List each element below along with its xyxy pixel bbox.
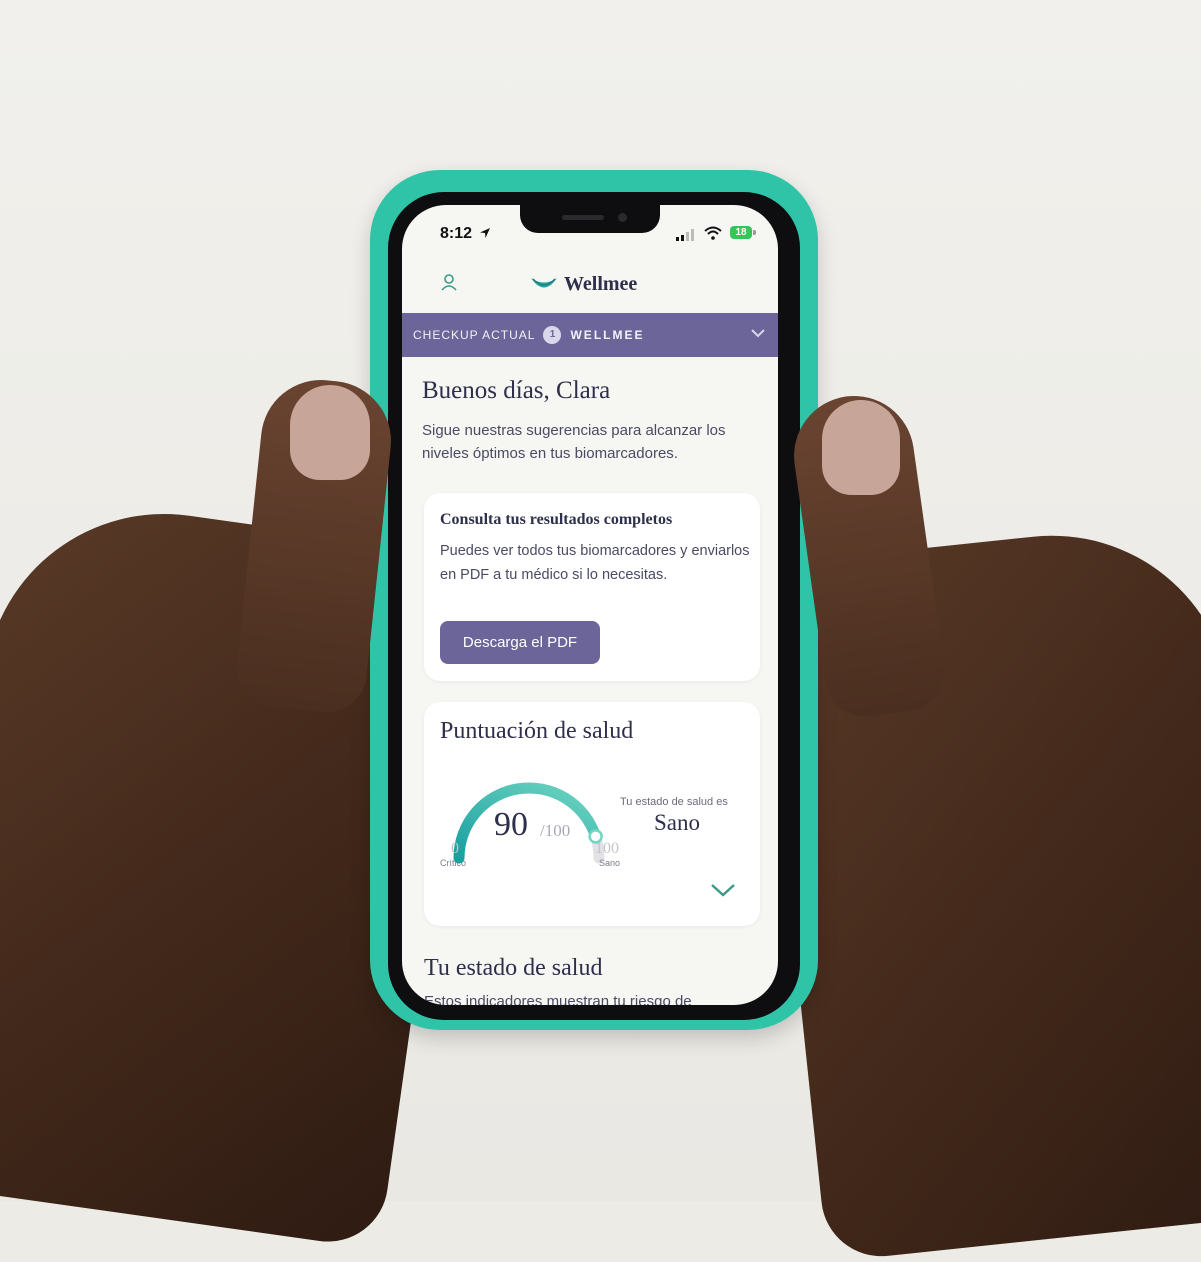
app-header: Wellmee (402, 265, 778, 315)
gauge-min-label: Crítico (440, 858, 467, 868)
health-score-value: 90 (494, 806, 528, 843)
wifi-icon (704, 226, 722, 240)
app-name: Wellmee (564, 272, 638, 295)
download-pdf-button[interactable]: Descarga el PDF (440, 621, 600, 664)
signal-icon (676, 229, 694, 241)
phone-screen: 8:12 18 Wellmee CHECKUP ACTUAL 1 WELLMEE… (402, 205, 778, 1005)
results-card: Consulta tus resultados completos Puedes… (424, 493, 760, 681)
speaker (562, 215, 604, 220)
chevron-down-icon[interactable] (710, 882, 736, 898)
battery-nub (753, 230, 756, 235)
checkup-name: WELLMEE (570, 328, 645, 342)
gauge-track (453, 782, 605, 864)
right-thumbnail (822, 400, 900, 495)
battery-indicator: 18 (730, 226, 752, 239)
status-time: 8:12 (440, 225, 473, 242)
results-card-title: Consulta tus resultados completos (440, 511, 673, 528)
user-icon[interactable] (440, 273, 458, 291)
greeting-title: Buenos días, Clara (422, 377, 611, 404)
health-score-title: Puntuación de salud (440, 718, 634, 744)
gauge-min-tick: 0 (451, 840, 459, 857)
gauge-max-tick: 100 (595, 840, 619, 857)
results-card-body: Puedes ver todos tus biomarcadores y env… (440, 543, 750, 583)
left-thumbnail (290, 385, 370, 480)
health-score-gauge (453, 782, 605, 864)
health-score-max: /100 (540, 821, 571, 840)
app-logo: Wellmee (530, 271, 637, 297)
front-camera (618, 213, 627, 222)
notch (520, 205, 660, 233)
checkup-number-badge: 1 (543, 326, 562, 344)
chevron-down-icon[interactable] (751, 328, 765, 338)
health-status-section-title: Tu estado de salud (424, 955, 603, 981)
health-status-section-subtitle: Estos indicadores muestran tu riesgo de (424, 993, 692, 1005)
checkup-selector[interactable]: CHECKUP ACTUAL 1 WELLMEE (402, 313, 778, 357)
gauge-max-label: Sano (599, 858, 621, 868)
location-arrow-icon (480, 228, 490, 238)
greeting-subtitle: Sigue nuestras sugerencias para alcanzar… (422, 422, 726, 462)
health-status-value: Sano (654, 810, 700, 835)
health-status-label: Tu estado de salud es (620, 796, 728, 808)
wellmee-logo-icon (531, 278, 557, 288)
health-score-card: Puntuación de salud 90 /100 0 Crítico 10… (424, 702, 760, 926)
checkup-label: CHECKUP ACTUAL (413, 328, 536, 342)
